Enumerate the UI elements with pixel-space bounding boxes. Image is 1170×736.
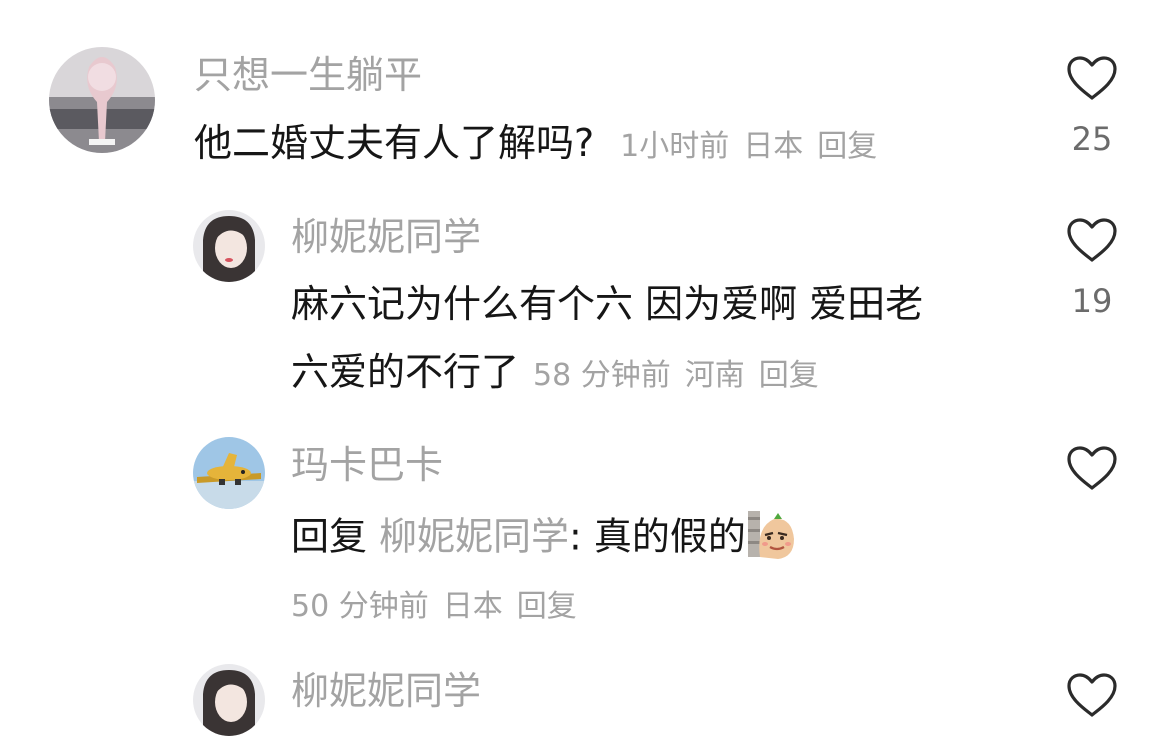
avatar[interactable]: [193, 664, 265, 736]
comment-time: 58 分钟前: [533, 358, 671, 393]
heart-icon[interactable]: [1066, 217, 1118, 263]
smirk-potato-emoji-icon: [747, 509, 796, 561]
avatar[interactable]: [193, 210, 265, 282]
reply-to-username[interactable]: 柳妮妮同学: [379, 515, 569, 559]
heart-icon[interactable]: [1066, 672, 1118, 718]
comment-meta: 50 分钟前 日本 回复: [291, 584, 577, 622]
heart-icon[interactable]: [1066, 445, 1118, 491]
comment-location: 日本: [442, 589, 503, 624]
reply-prefix: 回复: [291, 514, 368, 559]
comment-time: 1小时前: [620, 129, 730, 164]
comment-username[interactable]: 柳妮妮同学: [291, 672, 481, 710]
reply-button[interactable]: 回复: [817, 129, 877, 164]
comment-text: 回复 柳妮妮同学: 真的假的: [291, 511, 796, 565]
comment-time: 50 分钟前: [291, 589, 429, 624]
comment-body: : 真的假的: [569, 514, 746, 559]
like-count: 19: [1071, 282, 1113, 320]
comment-username[interactable]: 柳妮妮同学: [291, 218, 481, 256]
heart-icon[interactable]: [1066, 55, 1118, 101]
comment-username[interactable]: 玛卡巴卡: [291, 446, 443, 484]
comment-body: 他二婚丈夫有人了解吗?: [194, 121, 595, 165]
comment-text: 他二婚丈夫有人了解吗? 1小时前 日本 回复: [194, 124, 877, 162]
comment-body: 六爱的不行了: [291, 350, 520, 394]
avatar[interactable]: [193, 437, 265, 509]
comment-location: 日本: [743, 129, 804, 164]
like-count: 25: [1071, 120, 1113, 158]
reply-button[interactable]: 回复: [759, 358, 819, 393]
comment-text: 麻六记为什么有个六 因为爱啊 爱田老: [291, 282, 924, 326]
reply-button[interactable]: 回复: [517, 589, 577, 624]
comment-text: 六爱的不行了 58 分钟前 河南 回复: [291, 353, 819, 391]
comment-username[interactable]: 只想一生躺平: [194, 56, 422, 94]
avatar[interactable]: [49, 47, 155, 153]
comment-location: 河南: [684, 358, 745, 393]
